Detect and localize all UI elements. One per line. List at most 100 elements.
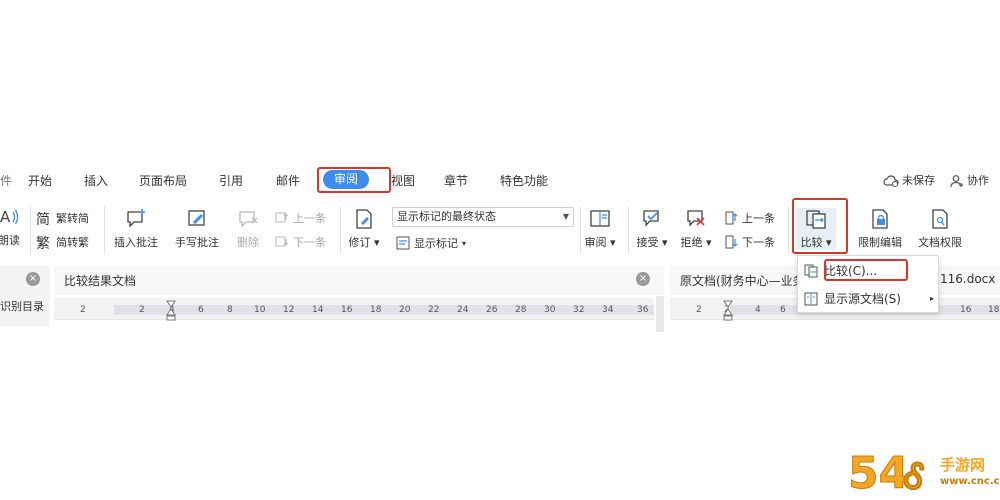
ribbon-separator	[30, 206, 31, 254]
ribbon-separator	[628, 206, 629, 254]
speaker-a-icon: A	[0, 208, 19, 226]
document-permission-button[interactable]: 文档权限	[914, 208, 966, 250]
prev-change-button[interactable]: 上一条	[724, 210, 775, 226]
unsaved-status[interactable]: 未保存	[883, 172, 935, 190]
restrict-editing-button[interactable]: 限制编辑	[856, 208, 904, 250]
chevron-down-icon: ▾	[462, 238, 467, 248]
accept-check-icon	[643, 210, 659, 227]
ruler-tick: 4	[755, 305, 761, 315]
ruler-tick: 6	[780, 305, 786, 315]
compare-result-title: 比较结果文档	[64, 274, 137, 288]
lock-document-icon	[872, 209, 888, 229]
collaborate-label: 协作	[967, 174, 989, 187]
ruler-tick: 20	[399, 305, 411, 315]
indent-marker-icon[interactable]	[723, 300, 733, 322]
ruler-tick: 6	[198, 305, 204, 315]
ruler-tick: 30	[544, 305, 556, 315]
tab-mailings[interactable]: 邮件	[276, 172, 300, 190]
change-up-icon	[725, 211, 738, 225]
comment-plus-icon	[127, 209, 145, 228]
unsaved-label: 未保存	[902, 174, 935, 187]
compare-highlight-box	[792, 198, 848, 254]
ruler-tick: 22	[428, 305, 440, 315]
source-document-icon	[804, 292, 818, 305]
ruler-tick: 32	[573, 305, 585, 315]
chevron-right-icon: ▸	[929, 294, 934, 303]
tab-special-features[interactable]: 特色功能	[500, 172, 548, 190]
tab-start[interactable]: 开始	[28, 172, 52, 190]
collaborate-button[interactable]: 协作	[950, 172, 989, 190]
ruler-tick: 8	[227, 305, 233, 315]
user-plus-icon	[950, 175, 963, 188]
tab-view[interactable]: 视图	[391, 172, 415, 190]
svg-text:繁: 繁	[36, 236, 50, 250]
prev-comment-button[interactable]: 上一条	[275, 210, 326, 226]
ruler-tick: 26	[486, 305, 498, 315]
ruler-tick: 14	[312, 305, 324, 315]
svg-text:Ꮄ: Ꮄ	[903, 457, 925, 497]
menu-bar: 件 开始 插入 页面布局 引用 邮件 审阅 视图 章节 特色功能 未保存 协作	[0, 166, 1000, 194]
comment-delete-icon	[239, 211, 258, 228]
tab-references[interactable]: 引用	[219, 172, 243, 190]
ruler-tick: 10	[254, 305, 266, 315]
tab-page-layout[interactable]: 页面布局	[139, 172, 187, 190]
review-pane-button[interactable]: 审阅 ▾	[582, 208, 618, 250]
document-edit-icon	[356, 209, 372, 229]
close-icon[interactable]: ×	[636, 272, 650, 286]
original-document-title: 原文档(财务中心—业务	[680, 274, 805, 288]
tab-review-highlight-box	[317, 167, 391, 193]
simp-to-trad-button[interactable]: 繁 简转繁	[36, 234, 89, 250]
accept-change-button[interactable]: 接受 ▾	[634, 208, 670, 250]
original-document-filename: 116.docx –	[940, 272, 1000, 286]
document-key-icon	[932, 209, 948, 229]
watermark-url: www.cnc.cn	[940, 476, 1000, 487]
ribbon-separator	[340, 206, 341, 254]
show-markup-button[interactable]: 显示标记 ▾	[396, 235, 466, 251]
pen-comment-icon	[188, 210, 205, 226]
svg-text:简: 简	[36, 211, 50, 226]
show-source-document-item[interactable]: 显示源文档(S) ▸	[804, 290, 934, 307]
insert-comment-button[interactable]: 插入批注	[112, 208, 160, 250]
ribbon-separator	[104, 206, 105, 254]
trad-to-simp-button[interactable]: 简 繁转简	[36, 210, 89, 226]
close-icon[interactable]: ×	[26, 272, 40, 286]
ribbon-separator	[580, 206, 581, 254]
ruler-tick: 16	[960, 305, 972, 315]
compare-dropdown-menu: 比较(C)... 显示源文档(S) ▸	[797, 255, 939, 313]
cloud-icon	[883, 175, 899, 187]
svg-text:54: 54	[848, 448, 909, 498]
change-down-icon	[725, 235, 738, 249]
compare-result-pane-header: 比较结果文档 ×	[54, 266, 664, 294]
indent-marker-icon[interactable]	[166, 300, 176, 322]
horizontal-ruler[interactable]: 2 2 4 6 8 10 12 14 16 18 20 22 24 26 28 …	[54, 298, 654, 322]
ruler-tick: 2	[696, 305, 702, 315]
vertical-scrollbar[interactable]	[656, 296, 664, 332]
left-navigation-pane: × 识别目录	[0, 266, 50, 326]
delete-comment-button[interactable]: 删除	[228, 208, 268, 250]
tab-insert[interactable]: 插入	[84, 172, 108, 190]
review-pane-icon	[590, 210, 610, 227]
simplified-char-icon: 简	[36, 211, 50, 226]
tab-chapter[interactable]: 章节	[444, 172, 468, 190]
reject-change-button[interactable]: 拒绝 ▾	[678, 208, 714, 250]
comment-up-icon	[275, 212, 289, 223]
ruler-tick: 34	[602, 305, 614, 315]
ruler-tick: 28	[515, 305, 527, 315]
handwrite-comment-button[interactable]: 手写批注	[172, 208, 222, 250]
menu-left-fragment: 件	[0, 174, 13, 188]
ribbon-separator	[788, 206, 789, 254]
ruler-tick: 2	[80, 305, 86, 315]
next-change-button[interactable]: 下一条	[724, 234, 775, 250]
identify-toc-label[interactable]: 识别目录	[0, 298, 44, 314]
ruler-tick: 2	[139, 305, 145, 315]
markup-state-select[interactable]: 显示标记的最终状态 ▼	[392, 207, 574, 227]
review-ribbon: A 朗读 简 繁转简 繁 简转繁 插入批注 手写批注 删除 上一条 下一条 修订…	[0, 198, 1000, 262]
compare-item-highlight-box	[824, 259, 908, 281]
site-watermark-logo: 54 Ꮄ 手游网 www.cnc.cn	[848, 446, 1000, 500]
ruler-tick: 36	[637, 305, 649, 315]
track-changes-button[interactable]: 修订 ▾	[346, 208, 382, 250]
compare-docs-icon	[804, 264, 818, 277]
read-aloud-button[interactable]: A 朗读	[0, 206, 24, 248]
next-comment-button[interactable]: 下一条	[275, 234, 326, 250]
wps-writer-window: 件 开始 插入 页面布局 引用 邮件 审阅 视图 章节 特色功能 未保存 协作 …	[0, 0, 1000, 500]
